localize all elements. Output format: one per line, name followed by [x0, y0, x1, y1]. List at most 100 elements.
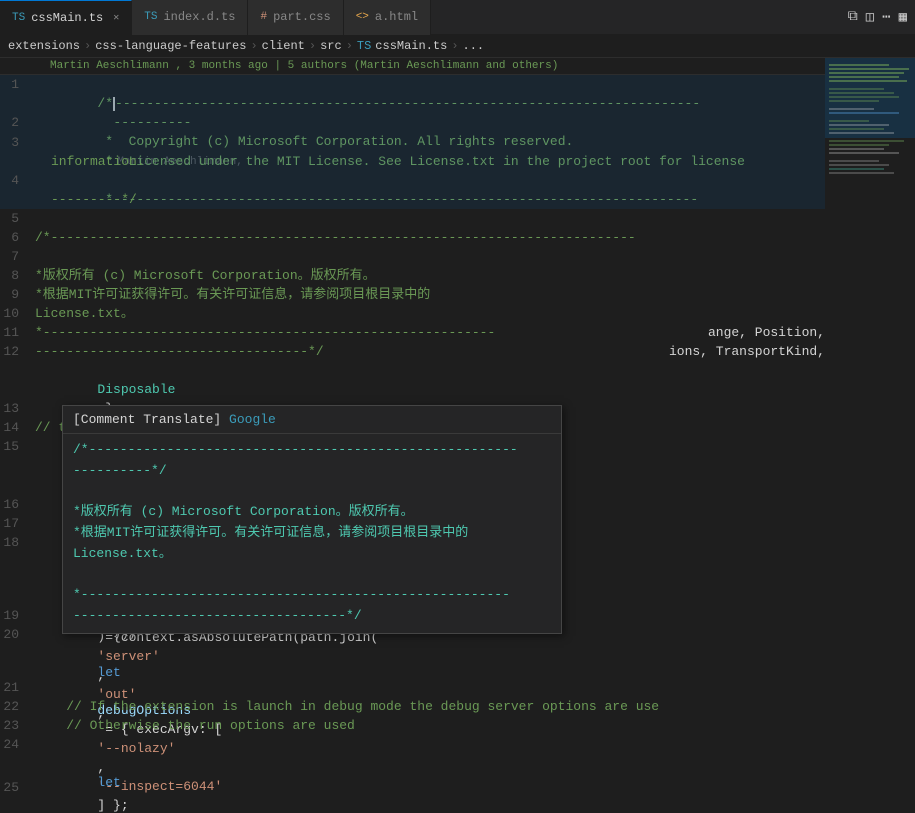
- breadcrumb-client[interactable]: client: [262, 39, 305, 53]
- code-line-12: 12 -----------------------------------*/…: [0, 342, 825, 361]
- popup-line-8: *---------------------------------------…: [73, 585, 551, 606]
- tab-ahtml[interactable]: <> a.html: [344, 0, 431, 35]
- line-num-22: 22: [0, 697, 35, 716]
- blame-count: 5 authors: [288, 60, 347, 72]
- tab-cssMain[interactable]: TS cssMain.ts ✕: [0, 0, 132, 35]
- token: Disposable: [97, 382, 175, 397]
- code-line-1b: ----------: [0, 94, 825, 113]
- layout-icon[interactable]: ▦: [899, 9, 907, 26]
- blame-author: Martin Aeschlimann: [50, 60, 169, 72]
- breadcrumb-sep3: ›: [309, 39, 316, 53]
- code-line-4: 4 *-------------------------------------…: [0, 171, 825, 190]
- popup-line-9: -----------------------------------*/: [73, 606, 551, 627]
- line-num-13: 13: [0, 399, 35, 418]
- line-num-25: 25: [0, 778, 35, 797]
- line-num-16: 16: [0, 495, 35, 514]
- minimap-svg: [825, 58, 915, 812]
- popup-line-1: /*--------------------------------------…: [73, 440, 551, 461]
- line-num-18: 18: [0, 533, 35, 552]
- code-line-1: 1 /*------------------------------------…: [0, 75, 825, 94]
- line-num-12: 12: [0, 342, 35, 361]
- code-line-10: 10 License.txt。: [0, 304, 825, 323]
- breadcrumb-css-language[interactable]: css-language-features: [95, 39, 246, 53]
- minimap: [825, 58, 915, 812]
- line-num-23: 23: [0, 716, 35, 735]
- token: [97, 646, 128, 661]
- blame-age: 3 months ago: [189, 60, 268, 72]
- code-line-23: 23 // Otherwise the run options are used: [0, 716, 825, 735]
- tab-bar: TS cssMain.ts ✕ TS index.d.ts # part.css…: [0, 0, 915, 35]
- line-content-10: License.txt。: [35, 304, 825, 323]
- line-num-11: 11: [0, 323, 35, 342]
- blame-header: Martin Aeschlimann , 3 months ago | 5 au…: [0, 58, 825, 75]
- breadcrumb-sep1: ›: [84, 39, 91, 53]
- breadcrumb-sep5: ›: [451, 39, 458, 53]
- code-line-24: 24 let serverOptions : ServerOptions = {: [0, 735, 825, 778]
- code-line-8: 8 *版权所有 (c) Microsoft Corporation。版权所有。: [0, 266, 825, 285]
- code-line-5: 5: [0, 209, 825, 228]
- token: [97, 756, 128, 771]
- breadcrumb-src[interactable]: src: [320, 39, 342, 53]
- toggle-panel-icon[interactable]: ◫: [866, 9, 874, 26]
- popup-line-2: ----------*/: [73, 461, 551, 482]
- popup-line-6: License.txt。: [73, 544, 551, 565]
- popup-header-text: [Comment Translate]: [73, 412, 221, 427]
- tab-label-indexd: index.d.ts: [163, 10, 235, 24]
- line-content-4b: ---------*/: [51, 190, 825, 209]
- line-num-disp: _: [0, 361, 35, 380]
- tab-label-partcss: part.css: [273, 10, 331, 24]
- code-line-4b: ---------*/: [0, 190, 825, 209]
- breadcrumb-filename[interactable]: cssMain.ts: [375, 39, 447, 53]
- popup-line-7: [73, 565, 551, 586]
- line-num-5: 5: [0, 209, 35, 228]
- code-line-disposable: _ Disposable } from 'vscode-languageclie…: [0, 361, 825, 400]
- line-num-1: 1: [0, 75, 35, 94]
- line-num-8: 8: [0, 266, 35, 285]
- split-editor-icon[interactable]: ⧉: [848, 9, 858, 26]
- code-line-2: 2 * Copyright (c) Microsoft Corporation.…: [0, 113, 825, 133]
- code-area: Martin Aeschlimann , 3 months ago | 5 au…: [0, 58, 825, 812]
- line-content-8: *版权所有 (c) Microsoft Corporation。版权所有。: [35, 266, 825, 285]
- line-content-25: run : { module: serverModule , transport…: [35, 778, 825, 812]
- tab-close-cssMain[interactable]: ✕: [113, 12, 119, 24]
- line-content-7: [35, 247, 825, 266]
- line-num-4: 4: [0, 171, 35, 190]
- tab-bar-icons: ⧉ ◫ ⋯ ▦: [848, 9, 915, 26]
- code-line-3b: information.: [0, 152, 825, 171]
- tab-label-cssMain: cssMain.ts: [31, 11, 103, 25]
- tab-indexd[interactable]: TS index.d.ts: [132, 0, 248, 35]
- tab-label-ahtml: a.html: [375, 10, 418, 24]
- token: ange, Position,: [708, 323, 825, 342]
- line-content-11: *---------------------------------------…: [35, 323, 708, 342]
- line-num-24: 24: [0, 735, 35, 754]
- breadcrumb-sep4: ›: [346, 39, 353, 53]
- token: [97, 799, 159, 812]
- breadcrumb-extensions[interactable]: extensions: [8, 39, 80, 53]
- breadcrumb-more[interactable]: ...: [463, 39, 485, 53]
- popup-line-3: [73, 481, 551, 502]
- popup-line-4: *版权所有 (c) Microsoft Corporation。版权所有。: [73, 502, 551, 523]
- line-num-19: 19: [0, 606, 35, 625]
- line-content-6: /*--------------------------------------…: [35, 228, 825, 247]
- line-num-20: 20: [0, 625, 35, 644]
- code-line-3: 3 * Licensed under the MIT License. See …: [0, 133, 825, 152]
- line-num-7: 7: [0, 247, 35, 266]
- code-line-25: 25 run : { module: serverModule , transp…: [0, 778, 825, 812]
- line-num-21: 21: [0, 678, 35, 697]
- tab-html-icon: <>: [356, 11, 369, 23]
- line-content-23: // Otherwise the run options are used: [35, 716, 825, 735]
- line-content-12: -----------------------------------*/: [35, 342, 653, 361]
- code-line-21: 21: [0, 678, 825, 697]
- popup-translate-link[interactable]: Google: [229, 412, 276, 427]
- popup-container: 5 [Comment Translate] Google /*---------…: [0, 209, 825, 361]
- line-num-9: 9: [0, 285, 35, 304]
- line-content-22: // If the extension is launch in debug m…: [35, 697, 825, 716]
- code-line-9: 9 *根据MIT许可证获得许可。有关许可证信息，请参阅项目根目录中的: [0, 285, 825, 304]
- line-content-21: [35, 678, 825, 697]
- line-num-3: 3: [0, 133, 35, 152]
- token: ions, TransportKind,: [653, 342, 825, 361]
- tab-partcss[interactable]: # part.css: [248, 0, 343, 35]
- more-actions-icon[interactable]: ⋯: [882, 9, 890, 26]
- code-line-7: 7: [0, 247, 825, 266]
- code-line-22: 22 // If the extension is launch in debu…: [0, 697, 825, 716]
